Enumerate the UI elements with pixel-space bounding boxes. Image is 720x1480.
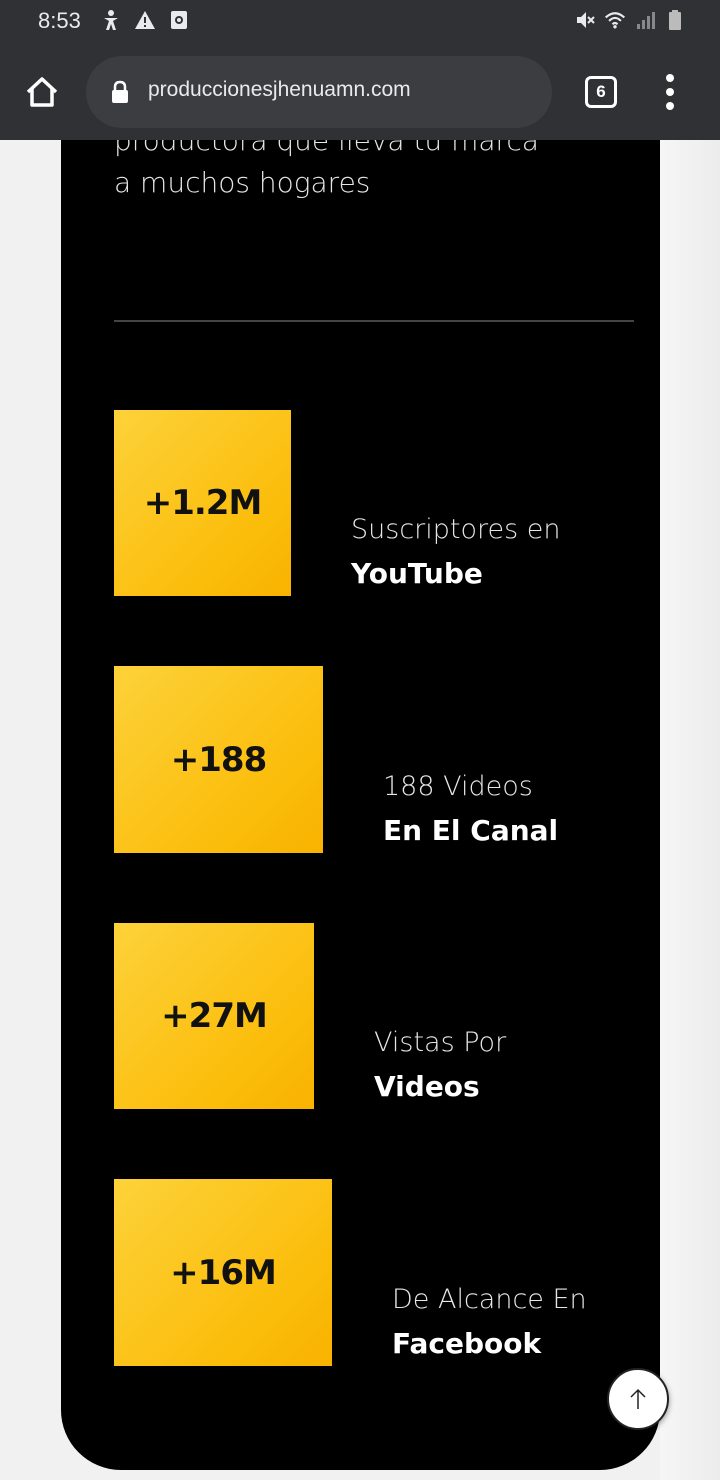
stat-label-line2: Facebook: [392, 1327, 542, 1360]
status-time: 8:53: [38, 8, 81, 33]
stat-value: +16M: [170, 1252, 277, 1293]
home-icon: [26, 77, 58, 107]
stat-label-line1: 188 Videos: [383, 771, 533, 802]
intro-line-1: productora que lleva tu marca: [114, 140, 539, 157]
signal-icon: [634, 9, 656, 31]
stat-label-youtube: Suscriptores en YouTube: [351, 508, 561, 596]
warning-icon: [134, 9, 156, 31]
stats-card: productora que lleva tu marca a muchos h…: [61, 140, 660, 1470]
stat-label-line2: En El Canal: [383, 814, 559, 847]
battery-icon: [664, 9, 686, 31]
status-right-icons: [574, 9, 686, 31]
status-left-icons: [100, 9, 190, 31]
status-bar: 8:53: [0, 0, 720, 44]
stat-value: +188: [170, 739, 267, 780]
stat-value: +27M: [161, 996, 268, 1036]
wifi-icon: [604, 9, 626, 31]
lock-icon: [110, 80, 130, 104]
stat-box-facebook: +16M: [114, 1179, 332, 1366]
stat-label-views: Vistas Por Videos: [374, 1021, 506, 1109]
page-background-right: [660, 140, 720, 1480]
arrow-up-icon: [630, 1388, 646, 1409]
stat-label-videos: 188 Videos En El Canal: [383, 765, 558, 853]
intro-text: productora que lleva tu marca a muchos h…: [114, 140, 554, 204]
screen-record-icon: [168, 9, 190, 31]
stat-label-line2: YouTube: [351, 557, 483, 590]
url-text[interactable]: produccionesjhenuamn.com: [148, 78, 411, 102]
menu-dot: [666, 102, 674, 110]
stat-label-line2: Videos: [374, 1070, 480, 1103]
scroll-to-top-button[interactable]: [607, 1368, 669, 1430]
stat-value: +1.2M: [143, 483, 263, 523]
mute-icon: [574, 9, 596, 31]
stat-label-line1: Vistas Por: [374, 1027, 507, 1058]
menu-dot: [666, 74, 674, 82]
stat-label-line1: De Alcance En: [392, 1284, 587, 1315]
home-button[interactable]: [22, 72, 62, 112]
intro-line-2: a muchos hogares: [114, 166, 371, 199]
stat-box-videos: +188: [114, 666, 323, 853]
menu-dot: [666, 88, 674, 96]
address-bar[interactable]: produccionesjhenuamn.com: [86, 56, 552, 128]
divider: [114, 320, 634, 322]
tab-switcher-button[interactable]: 6: [585, 76, 617, 108]
page-viewport: productora que lleva tu marca a muchos h…: [0, 140, 720, 1480]
more-menu-button[interactable]: [660, 74, 680, 110]
accessibility-icon: [100, 9, 122, 31]
stat-box-views: +27M: [114, 923, 314, 1109]
stat-box-youtube: +1.2M: [114, 410, 291, 596]
browser-toolbar: produccionesjhenuamn.com 6: [0, 44, 720, 140]
stat-label-line1: Suscriptores en: [351, 514, 561, 545]
stat-label-facebook: De Alcance En Facebook: [392, 1278, 587, 1366]
